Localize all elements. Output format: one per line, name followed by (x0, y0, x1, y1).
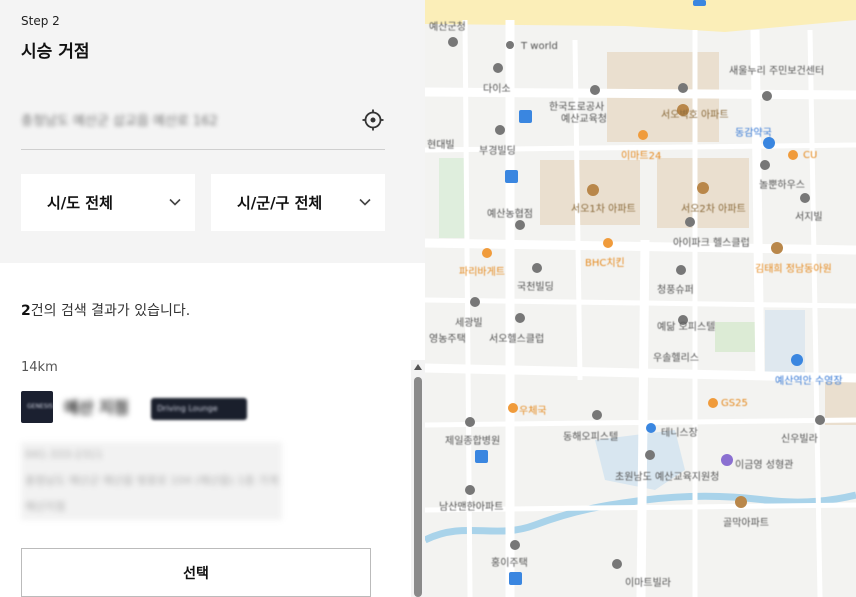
map-label: 청풍슈퍼 (657, 285, 694, 296)
district-select[interactable]: 시/군/구 전체 (211, 174, 385, 231)
brand-logo-text: GENESIS (27, 403, 54, 410)
map-label: 아이파크 헬스클럽 (673, 238, 750, 249)
map-label: T world (521, 41, 558, 52)
map-label: 현대빌 (427, 140, 455, 151)
map-label: 예산농협점 (487, 209, 533, 220)
map-label: 홍이주택 (491, 558, 528, 569)
store-address: 충청남도 예산군 예산읍 벚꽃로 104 (예산읍) 1층 가게 (21, 468, 283, 494)
map-label: 초원남도 예산교육지원청 (615, 472, 720, 483)
store-type-badge: Driving Lounge (151, 398, 247, 420)
chevron-down-icon (357, 194, 373, 210)
map-label: 우체국 (519, 406, 547, 417)
store-finder-panel: Step 2 시승 거점 충청남도 예산군 삽교읍 예산로 162 시/도 전체 (0, 0, 425, 597)
map-label: 동감약국 (735, 128, 772, 139)
brand-logo: GENESIS (21, 391, 53, 423)
map-label: 서오2차 아파트 (681, 204, 746, 215)
map-label: 국천빌딩 (517, 282, 554, 293)
address-search-field[interactable]: 충청남도 예산군 삽교읍 예산로 162 (21, 100, 385, 150)
map-label: 서오헬스클럽 (489, 334, 545, 345)
store-name: 예산 지점 (64, 398, 129, 417)
map-label: 우솔헬리스 (653, 353, 699, 364)
page-title: 시승 거점 (21, 42, 90, 62)
map-label: 동해오피스텔 (563, 432, 619, 443)
map-label: 이마트빌라 (625, 578, 671, 589)
map-label: 이금영 성형관 (735, 460, 794, 471)
map-label: 제일종합병원 (445, 436, 501, 447)
map-label: 예산역안 수영장 (775, 376, 843, 387)
province-select[interactable]: 시/도 전체 (21, 174, 195, 231)
store-distance: 14km (21, 360, 58, 375)
results-suffix: 건의 검색 결과가 있습니다. (30, 303, 191, 319)
results-scrollbar[interactable] (411, 360, 425, 597)
map-label: 신우빌라 (781, 434, 818, 445)
map-label: 서지빌 (795, 212, 823, 223)
map-label: 영농주택 (429, 334, 466, 345)
map-label: CU (803, 150, 818, 161)
map-label: 서오벽호 아파트 (661, 110, 729, 121)
map-label: 김태희 정남동아원 (755, 264, 832, 275)
select-store-button[interactable]: 선택 (21, 548, 371, 597)
map-label: 예닮 오피스텔 (657, 322, 716, 333)
store-details: 041-333-2311 충청남도 예산군 예산읍 벚꽃로 104 (예산읍) … (21, 442, 283, 520)
scroll-thumb[interactable] (414, 377, 422, 597)
search-area: Step 2 시승 거점 충청남도 예산군 삽교읍 예산로 162 시/도 전체 (0, 0, 425, 263)
map-label: 파리바게트 (459, 267, 505, 278)
map-label: 골막아파트 (723, 518, 769, 529)
map-label: 테니스장 (661, 428, 698, 439)
map-label: 서오1차 아파트 (571, 204, 636, 215)
map-label: BHC치킨 (585, 258, 625, 269)
results-summary: 2건의 검색 결과가 있습니다. (21, 300, 190, 320)
store-branch: 예산지점 (21, 494, 283, 520)
map-label: 이마트24 (621, 151, 662, 162)
scroll-up-arrow-icon[interactable] (414, 364, 422, 370)
map-label: GS25 (721, 398, 748, 409)
district-select-label: 시/군/구 전체 (237, 194, 323, 212)
step-label: Step 2 (21, 14, 60, 28)
map-label: 예산교육청 (561, 114, 607, 125)
chevron-down-icon (167, 194, 183, 210)
map-label: 새울누리 주민보건센터 (729, 66, 825, 77)
map-label: 다이소 (483, 84, 511, 95)
map-label: 부경빌딩 (479, 146, 516, 157)
map-label: 세광빌 (455, 318, 483, 329)
map-label: 예산군청 (429, 22, 466, 33)
map-view[interactable]: 예산군청 T world 다이소 한국도로공사 예산교육청 서오벽호 아파트 새… (425, 0, 856, 597)
store-phone: 041-333-2311 (21, 442, 283, 468)
crosshair-icon[interactable] (361, 108, 385, 132)
results-count: 2 (21, 303, 31, 319)
address-text: 충청남도 예산군 삽교읍 예산로 162 (21, 114, 218, 129)
province-select-label: 시/도 전체 (47, 194, 113, 212)
map-label: 남산맨한아파트 (439, 502, 504, 513)
map-label: 놀뿐하우스 (759, 180, 805, 191)
